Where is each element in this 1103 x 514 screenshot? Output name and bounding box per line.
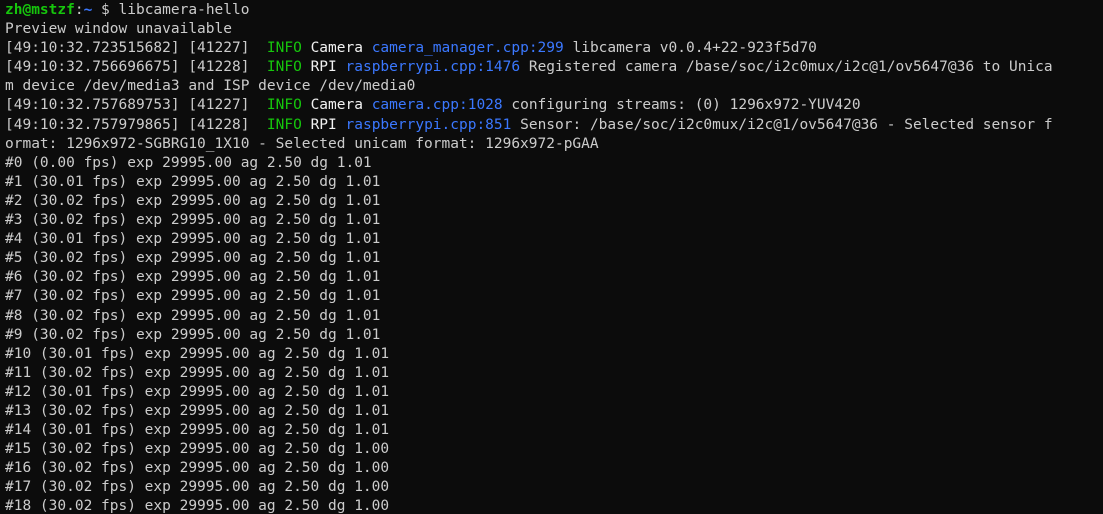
- output-text: #10 (30.01 fps) exp 29995.00 ag 2.50 dg …: [5, 345, 390, 362]
- output-line: [49:10:32.723515682] [41227] INFO Camera…: [5, 39, 1103, 58]
- prompt-path: ~: [83, 2, 93, 18]
- output-line: #17 (30.02 fps) exp 29995.00 ag 2.50 dg …: [5, 478, 1103, 497]
- log-level: INFO: [266, 40, 302, 57]
- output-text: [49:10:32.757689753] [41227]: [5, 97, 267, 114]
- output-line: #13 (30.02 fps) exp 29995.00 ag 2.50 dg …: [5, 402, 1103, 421]
- output-line: #2 (30.02 fps) exp 29995.00 ag 2.50 dg 1…: [5, 192, 1103, 211]
- terminal-output: Preview window unavailable [49:10:32.7235…: [5, 20, 1103, 514]
- output-line: #14 (30.01 fps) exp 29995.00 ag 2.50 dg …: [5, 421, 1103, 440]
- output-text: #11 (30.02 fps) exp 29995.00 ag 2.50 dg …: [5, 364, 390, 381]
- output-text: #16 (30.02 fps) exp 29995.00 ag 2.50 dg …: [5, 460, 390, 477]
- output-text: #9 (30.02 fps) exp 29995.00 ag 2.50 dg 1…: [5, 326, 381, 343]
- output-text: #13 (30.02 fps) exp 29995.00 ag 2.50 dg …: [5, 402, 390, 419]
- output-text: #3 (30.02 fps) exp 29995.00 ag 2.50 dg 1…: [5, 212, 381, 229]
- output-line: #7 (30.02 fps) exp 29995.00 ag 2.50 dg 1…: [5, 287, 1103, 306]
- output-text: #15 (30.02 fps) exp 29995.00 ag 2.50 dg …: [5, 441, 390, 458]
- output-line: #8 (30.02 fps) exp 29995.00 ag 2.50 dg 1…: [5, 307, 1103, 326]
- output-line: [49:10:32.757689753] [41227] INFO Camera…: [5, 96, 1103, 115]
- output-text: #12 (30.01 fps) exp 29995.00 ag 2.50 dg …: [5, 383, 390, 400]
- output-text: [49:10:32.757979865] [41228]: [5, 116, 267, 133]
- log-category: Camera: [310, 40, 363, 57]
- prompt-separator: :: [74, 2, 84, 18]
- output-line: [49:10:32.756696675] [41228] INFO RPI ra…: [5, 58, 1103, 77]
- output-text: Sensor: /base/soc/i2c0mux/i2c@1/ov5647@3…: [511, 116, 1053, 133]
- output-text: m device /dev/media3 and ISP device /dev…: [5, 78, 416, 95]
- output-line: #16 (30.02 fps) exp 29995.00 ag 2.50 dg …: [5, 459, 1103, 478]
- output-text: #0 (0.00 fps) exp 29995.00 ag 2.50 dg 1.…: [5, 154, 372, 171]
- output-text: #4 (30.01 fps) exp 29995.00 ag 2.50 dg 1…: [5, 231, 381, 248]
- log-source: camera.cpp:1028: [371, 97, 503, 114]
- terminal-window[interactable]: zh@mstzf:~ $ libcamera-hello Preview win…: [0, 0, 1103, 514]
- output-text: #5 (30.02 fps) exp 29995.00 ag 2.50 dg 1…: [5, 250, 381, 267]
- command-text: libcamera-hello: [118, 2, 250, 18]
- output-line: #0 (0.00 fps) exp 29995.00 ag 2.50 dg 1.…: [5, 154, 1103, 173]
- output-line: #1 (30.01 fps) exp 29995.00 ag 2.50 dg 1…: [5, 173, 1103, 192]
- output-line: #11 (30.02 fps) exp 29995.00 ag 2.50 dg …: [5, 364, 1103, 383]
- output-text: #17 (30.02 fps) exp 29995.00 ag 2.50 dg …: [5, 479, 390, 496]
- output-line: #10 (30.01 fps) exp 29995.00 ag 2.50 dg …: [5, 345, 1103, 364]
- log-level: INFO: [266, 116, 302, 133]
- output-line: #6 (30.02 fps) exp 29995.00 ag 2.50 dg 1…: [5, 268, 1103, 287]
- output-text: #14 (30.01 fps) exp 29995.00 ag 2.50 dg …: [5, 422, 390, 439]
- log-category: Camera: [310, 97, 363, 114]
- log-category: RPI: [310, 116, 337, 133]
- output-text: #18 (30.02 fps) exp 29995.00 ag 2.50 dg …: [5, 498, 390, 514]
- log-source: raspberrypi.cpp:851: [345, 116, 512, 133]
- output-text: [49:10:32.756696675] [41228]: [5, 59, 267, 76]
- output-line: #3 (30.02 fps) exp 29995.00 ag 2.50 dg 1…: [5, 211, 1103, 230]
- log-source: camera_manager.cpp:299: [371, 40, 564, 57]
- output-text: libcamera v0.0.4+22-923f5d70: [563, 40, 817, 57]
- output-line: ormat: 1296x972-SGBRG10_1X10 - Selected …: [5, 135, 1103, 154]
- output-text: [49:10:32.723515682] [41227]: [5, 40, 267, 57]
- output-text: configuring streams: (0) 1296x972-YUV420: [502, 97, 861, 114]
- prompt-user-host: zh@mstzf: [5, 2, 75, 18]
- output-line: m device /dev/media3 and ISP device /dev…: [5, 77, 1103, 96]
- log-level: INFO: [266, 59, 302, 76]
- output-line: #18 (30.02 fps) exp 29995.00 ag 2.50 dg …: [5, 497, 1103, 514]
- output-line: #5 (30.02 fps) exp 29995.00 ag 2.50 dg 1…: [5, 249, 1103, 268]
- output-line: #4 (30.01 fps) exp 29995.00 ag 2.50 dg 1…: [5, 230, 1103, 249]
- output-line: [49:10:32.757979865] [41228] INFO RPI ra…: [5, 116, 1103, 135]
- output-text: Preview window unavailable: [5, 21, 232, 38]
- prompt-line: zh@mstzf:~ $ libcamera-hello: [5, 1, 1103, 20]
- output-text: #8 (30.02 fps) exp 29995.00 ag 2.50 dg 1…: [5, 307, 381, 324]
- output-line: #15 (30.02 fps) exp 29995.00 ag 2.50 dg …: [5, 440, 1103, 459]
- output-line: Preview window unavailable: [5, 20, 1103, 39]
- output-text: Registered camera /base/soc/i2c0mux/i2c@…: [520, 59, 1053, 76]
- output-text: ormat: 1296x972-SGBRG10_1X10 - Selected …: [5, 135, 599, 152]
- output-text: #1 (30.01 fps) exp 29995.00 ag 2.50 dg 1…: [5, 173, 381, 190]
- output-text: #7 (30.02 fps) exp 29995.00 ag 2.50 dg 1…: [5, 288, 381, 305]
- log-source: raspberrypi.cpp:1476: [345, 59, 521, 76]
- output-text: #2 (30.02 fps) exp 29995.00 ag 2.50 dg 1…: [5, 192, 381, 209]
- log-category: RPI: [310, 59, 337, 76]
- output-text: #6 (30.02 fps) exp 29995.00 ag 2.50 dg 1…: [5, 269, 381, 286]
- prompt-dollar: $: [92, 2, 119, 18]
- output-line: #9 (30.02 fps) exp 29995.00 ag 2.50 dg 1…: [5, 326, 1103, 345]
- output-line: #12 (30.01 fps) exp 29995.00 ag 2.50 dg …: [5, 383, 1103, 402]
- log-level: INFO: [266, 97, 302, 114]
